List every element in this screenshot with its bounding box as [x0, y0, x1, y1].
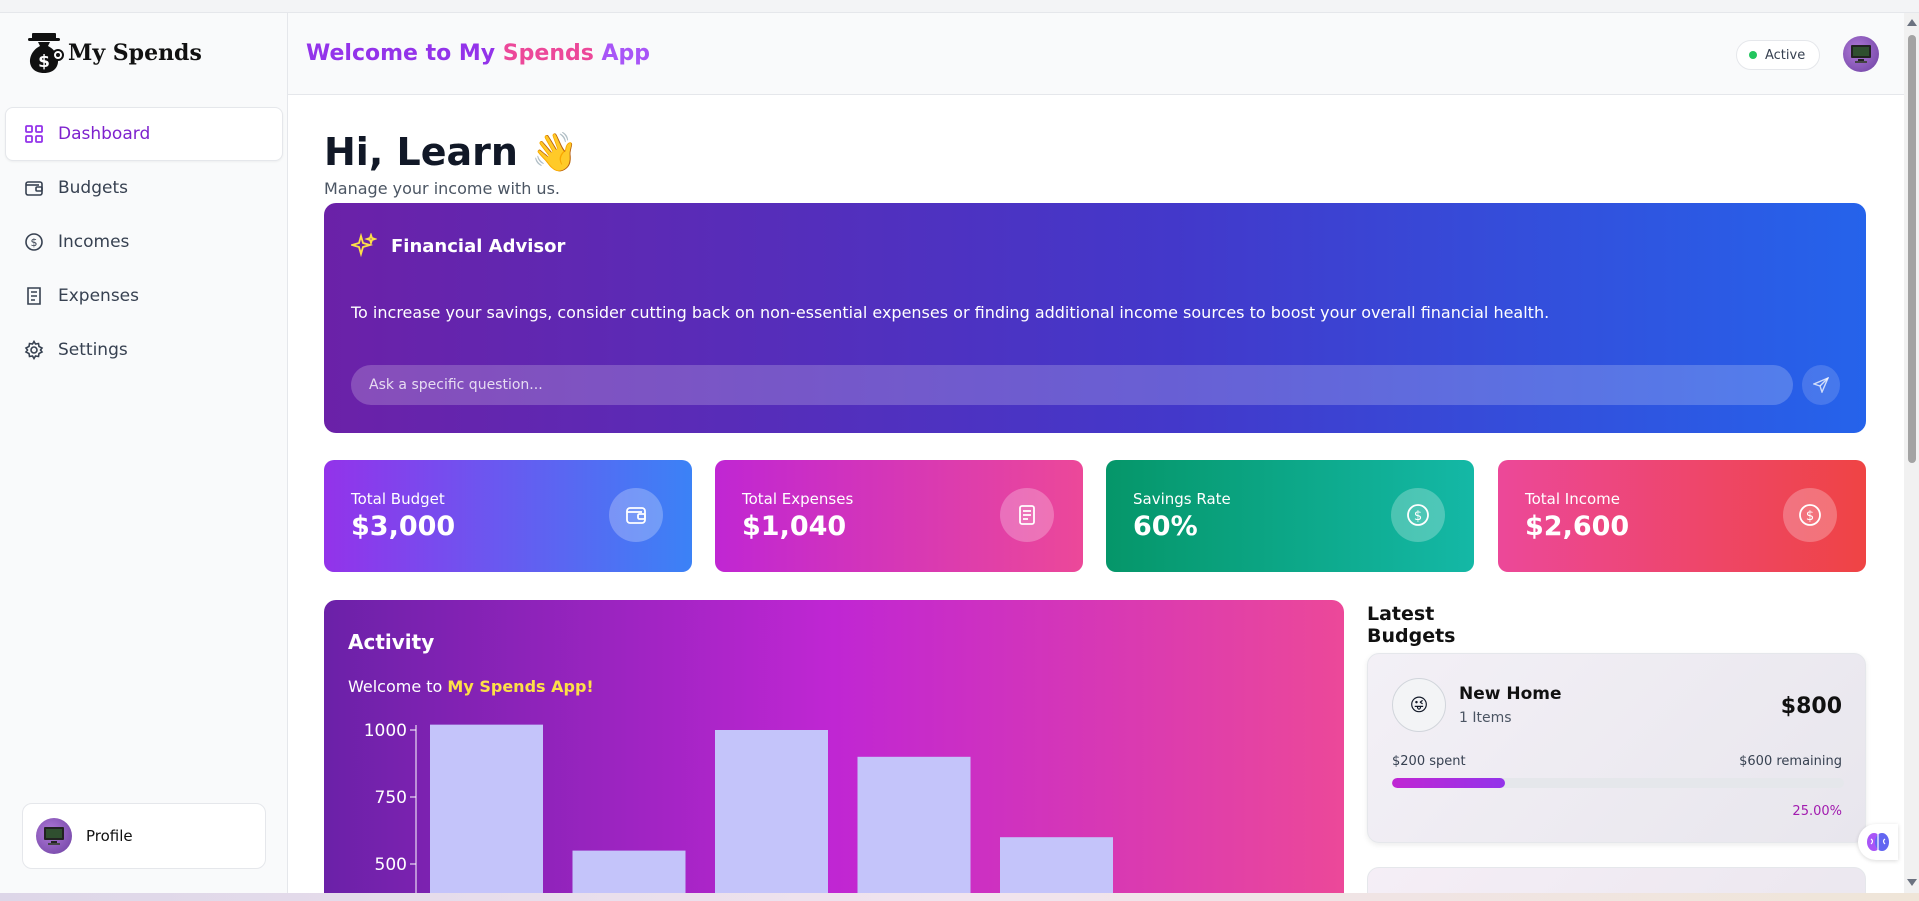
chart-bar[interactable]: [715, 730, 828, 901]
activity-welcome-prefix: Welcome to: [348, 677, 448, 696]
app-root: $ My Spends Dashboard Budgets $ Incomes …: [0, 0, 1919, 901]
chart-bar[interactable]: [857, 756, 971, 901]
logo-text: My Spends: [68, 40, 202, 66]
browser-bottom-edge: [0, 893, 1919, 901]
sidebar-item-budgets[interactable]: Budgets: [5, 161, 283, 215]
avatar: [36, 818, 72, 854]
budget-amount: $800: [1780, 694, 1842, 719]
stat-label: Total Income: [1525, 490, 1620, 508]
y-tick-label: 500: [375, 855, 407, 875]
activity-title: Activity: [348, 630, 435, 654]
sparkles-icon: [351, 233, 377, 258]
sidebar-item-dashboard[interactable]: Dashboard: [5, 107, 283, 161]
receipt-icon: [1000, 488, 1054, 542]
stat-label: Savings Rate: [1133, 490, 1231, 508]
welcome-part-2: Spends: [495, 41, 594, 66]
stat-card-total-budget: Total Budget $3,000: [324, 460, 692, 572]
chart-bar[interactable]: [430, 724, 543, 901]
profile-button[interactable]: Profile: [22, 803, 266, 869]
budget-items-count: 1 Items: [1459, 710, 1512, 726]
advisor-question-input[interactable]: [351, 365, 1793, 405]
stats-cards: Total Budget $3,000 Total Expenses $1,04…: [324, 460, 1866, 572]
advisor-message: To increase your savings, consider cutti…: [351, 303, 1550, 322]
receipt-icon: [27, 287, 41, 305]
scrollbar-thumb[interactable]: [1908, 35, 1916, 463]
dollar-circle-icon: $: [1783, 488, 1837, 542]
welcome-part-1: Welcome to My: [306, 41, 496, 66]
send-button[interactable]: [1802, 365, 1840, 405]
welcome-title: Welcome to My Spends App: [306, 41, 650, 66]
sidebar-item-label: Dashboard: [58, 124, 151, 144]
sidebar-item-label: Budgets: [58, 178, 129, 198]
budget-emoji: 😜: [1392, 678, 1446, 732]
sidebar-item-label: Settings: [58, 340, 128, 360]
sidebar-item-label: Incomes: [58, 232, 130, 252]
scroll-up-arrow-icon[interactable]: [1907, 19, 1917, 26]
budget-progress-percent: 25.00%: [1792, 804, 1842, 819]
stat-value: 60%: [1133, 511, 1198, 542]
latest-budgets-title: Latest Budgets: [1367, 603, 1456, 647]
stat-value: $1,040: [742, 511, 847, 542]
status-dot-icon: [1749, 51, 1757, 59]
activity-welcome-highlight: My Spends App!: [447, 677, 594, 696]
stat-value: $3,000: [351, 511, 456, 542]
status-text: Active: [1765, 47, 1806, 63]
ai-assistant-button[interactable]: [1858, 824, 1898, 860]
advisor-title: Financial Advisor: [391, 235, 566, 257]
grid-icon: [25, 125, 43, 143]
gear-icon: [24, 340, 44, 360]
browser-top-edge: [0, 0, 1919, 13]
budget-progress-fill: [1392, 778, 1505, 788]
stat-card-total-expenses: Total Expenses $1,040: [715, 460, 1083, 572]
activity-panel: 1000 750 500 Activity Welcome to My Spends…: [324, 600, 1344, 901]
dollar-circle-icon: $: [1391, 488, 1445, 542]
budget-remaining: $600 remaining: [1739, 754, 1842, 769]
budget-spent: $200 spent: [1392, 754, 1466, 769]
computer-avatar-icon: [44, 827, 64, 845]
budget-name: New Home: [1459, 684, 1562, 704]
wallet-icon: [609, 488, 663, 542]
sidebar-item-expenses[interactable]: Expenses: [5, 269, 283, 323]
welcome-part-3: App: [593, 41, 651, 66]
money-bag-icon: $: [28, 33, 64, 73]
send-icon: [1813, 377, 1829, 393]
stat-label: Total Expenses: [742, 490, 854, 508]
profile-label: Profile: [86, 827, 133, 845]
computer-avatar-icon: [1851, 45, 1871, 63]
dollar-circle-icon: $: [25, 233, 43, 251]
budget-progress-bar: [1392, 778, 1844, 788]
svg-text:$: $: [38, 52, 50, 72]
svg-text:$: $: [31, 236, 38, 249]
stat-card-savings-rate: Savings Rate 60% $: [1106, 460, 1474, 572]
advisor-header: Financial Advisor: [351, 233, 565, 259]
financial-advisor-panel: Financial Advisor To increase your savin…: [324, 203, 1866, 433]
brain-icon: [1867, 833, 1889, 851]
top-header: Welcome to My Spends App Active: [288, 13, 1904, 95]
app-logo[interactable]: $ My Spends: [22, 31, 202, 75]
page-title: Hi, Learn 👋: [324, 130, 579, 174]
stat-card-total-income: Total Income $2,600 $: [1498, 460, 1866, 572]
y-tick-label: 1000: [364, 721, 407, 741]
page-scrollbar[interactable]: [1904, 13, 1919, 893]
stat-label: Total Budget: [351, 490, 445, 508]
scroll-down-arrow-icon[interactable]: [1907, 879, 1917, 886]
sidebar-item-label: Expenses: [58, 286, 139, 306]
svg-text:$: $: [1414, 509, 1422, 524]
activity-bar-chart: 1000 750 500: [364, 721, 1113, 901]
sidebar-item-incomes[interactable]: $ Incomes: [5, 215, 283, 269]
activity-welcome: Welcome to My Spends App!: [348, 677, 594, 696]
svg-text:$: $: [1806, 509, 1814, 524]
sidebar-nav: Dashboard Budgets $ Incomes Expenses Set…: [5, 107, 283, 377]
y-tick-label: 750: [375, 788, 407, 808]
budget-card[interactable]: 😜 New Home 1 Items $800 $200 spent $600 …: [1367, 653, 1866, 843]
wallet-icon: [25, 181, 43, 196]
page-subtitle: Manage your income with us.: [324, 179, 560, 198]
chart-bar[interactable]: [1000, 837, 1113, 901]
user-avatar[interactable]: [1843, 36, 1879, 72]
stat-value: $2,600: [1525, 511, 1630, 542]
sidebar-item-settings[interactable]: Settings: [5, 323, 283, 377]
sidebar: $ My Spends Dashboard Budgets $ Incomes …: [0, 13, 288, 893]
status-badge: Active: [1736, 40, 1821, 70]
